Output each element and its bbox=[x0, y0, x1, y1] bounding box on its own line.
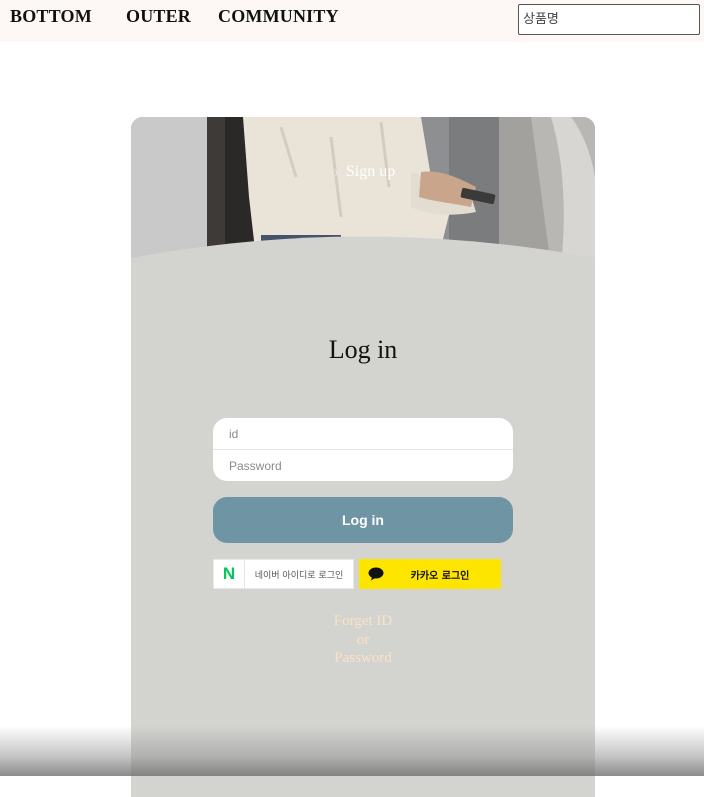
hero-curve-divider bbox=[131, 236, 595, 277]
credentials-box bbox=[213, 418, 513, 481]
login-card: or Sign up Log in Log in N 네이버 아이디로 로그인 … bbox=[131, 117, 595, 797]
nav-link-community[interactable]: COMMUNITY bbox=[218, 6, 339, 27]
signup-link[interactable]: Sign up bbox=[346, 163, 395, 180]
search-input[interactable] bbox=[518, 4, 700, 35]
nav-link-outer[interactable]: OUTER bbox=[126, 6, 191, 27]
login-button[interactable]: Log in bbox=[213, 497, 513, 543]
kakao-login-button[interactable]: 카카오 로그인 bbox=[359, 559, 501, 589]
forget-line-2: or bbox=[356, 631, 370, 648]
forget-id-password-link[interactable]: Forget ID or Password bbox=[313, 612, 413, 668]
nav-link-bottom[interactable]: BOTTOM bbox=[10, 6, 92, 27]
forget-line-1: Forget ID bbox=[333, 613, 393, 629]
login-title: Log in bbox=[328, 335, 398, 364]
naver-login-button[interactable]: N 네이버 아이디로 로그인 bbox=[213, 559, 354, 589]
speech-bubble-icon bbox=[359, 567, 393, 581]
naver-logo-icon: N bbox=[214, 560, 245, 588]
signup-row: or Sign up bbox=[131, 163, 595, 181]
id-field[interactable] bbox=[213, 418, 513, 449]
or-text: or bbox=[330, 165, 343, 180]
kakao-login-label: 카카오 로그인 bbox=[410, 570, 470, 582]
top-navigation: BOTTOM OUTER COMMUNITY bbox=[0, 0, 704, 42]
password-field[interactable] bbox=[213, 450, 513, 481]
forget-line-3: Password bbox=[334, 650, 392, 666]
naver-login-label: 네이버 아이디로 로그인 bbox=[254, 570, 344, 581]
